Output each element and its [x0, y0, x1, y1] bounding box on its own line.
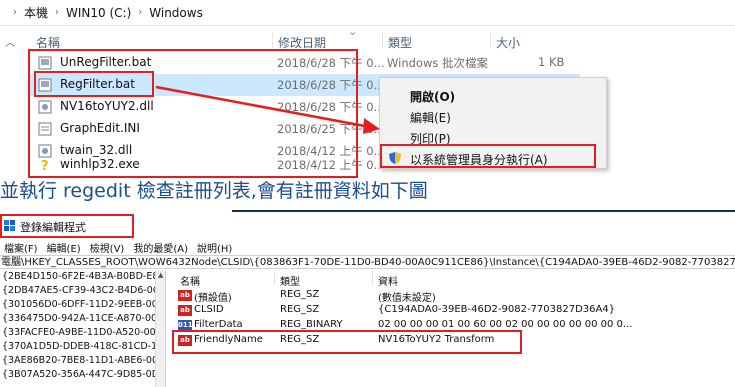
reg-string-icon: ab	[178, 305, 192, 316]
registry-tree: {2BE4D150-6F2E-4B3A-B0BD-E88C {2DB47AE5-…	[0, 270, 166, 387]
registry-value-row[interactable]: ab (預設值) REG_SZ (數值未設定)	[170, 289, 735, 304]
menu-file[interactable]: 檔案(F)	[4, 240, 38, 255]
column-divider[interactable]	[274, 271, 275, 285]
registry-value-row[interactable]: ab CLSID REG_SZ {C194ADA0-39EB-46D2-9082…	[170, 304, 735, 318]
registry-values-pane: 名稱 類型 資料 ab (預設值) REG_SZ (數值未設定) ab CLSI…	[170, 270, 735, 387]
tree-node[interactable]: {2DB47AE5-CF39-43C2-B4D6-0CD	[2, 285, 165, 296]
tree-node[interactable]: {2BE4D150-6F2E-4B3A-B0BD-E88C	[2, 271, 165, 282]
highlight-box-regedit-title	[0, 214, 134, 238]
value-data: {C194ADA0-39EB-46D2-9082-7703827D36A4}	[378, 304, 616, 315]
chevron-up-icon[interactable]: ▲	[158, 271, 163, 279]
menu-favorites[interactable]: 我的最愛(A)	[133, 240, 188, 255]
tree-node[interactable]: {301056D0-6DFF-11D2-9EEB-006C	[2, 299, 165, 310]
caption-underline	[232, 210, 735, 212]
value-type: REG_SZ	[280, 304, 320, 315]
menu-edit[interactable]: 編輯(E)	[47, 240, 81, 255]
highlight-box-friendlyname	[172, 330, 522, 354]
tree-node[interactable]: {370A1D5D-DDEB-418C-81CD-189	[2, 341, 165, 352]
column-header-type[interactable]: 類型	[280, 273, 300, 288]
regedit-menubar: 檔案(F) 編輯(E) 檢視(V) 我的最愛(A) 說明(H)	[0, 240, 735, 255]
column-divider[interactable]	[372, 271, 373, 285]
reg-string-icon: ab	[178, 290, 192, 301]
value-type: REG_SZ	[280, 289, 320, 300]
value-name: CLSID	[194, 304, 224, 315]
value-type: REG_BINARY	[280, 319, 343, 330]
value-data: (數值未設定)	[378, 293, 436, 304]
address-bar[interactable]: 電腦\HKEY_CLASSES_ROOT\WOW6432Node\CLSID\{…	[0, 255, 735, 269]
value-name: (預設值)	[194, 293, 232, 304]
value-data: 02 00 00 00 01 00 60 00 02 00 00 00 00 0…	[378, 319, 633, 330]
column-header-name[interactable]: 名稱	[180, 273, 200, 288]
menu-help[interactable]: 說明(H)	[197, 240, 232, 255]
menu-view[interactable]: 檢視(V)	[90, 240, 125, 255]
tree-node[interactable]: {3AE86B20-7BE8-11D1-ABE6-00A	[2, 355, 165, 366]
value-name: FilterData	[194, 319, 243, 330]
tree-scrollbar[interactable]: ▲	[155, 270, 165, 387]
tree-node[interactable]: {3B07A520-356A-447C-9D85-0D	[2, 369, 159, 380]
tree-node[interactable]: {336475D0-942A-11CE-A870-00A	[2, 313, 164, 324]
column-header-data[interactable]: 資料	[378, 273, 398, 288]
tree-node[interactable]: {33FACFE0-A9BE-11D0-A520-00A	[2, 327, 162, 338]
tutorial-caption: 並執行 regedit 檢查註冊列表,會有註冊資料如下圖	[0, 180, 428, 202]
